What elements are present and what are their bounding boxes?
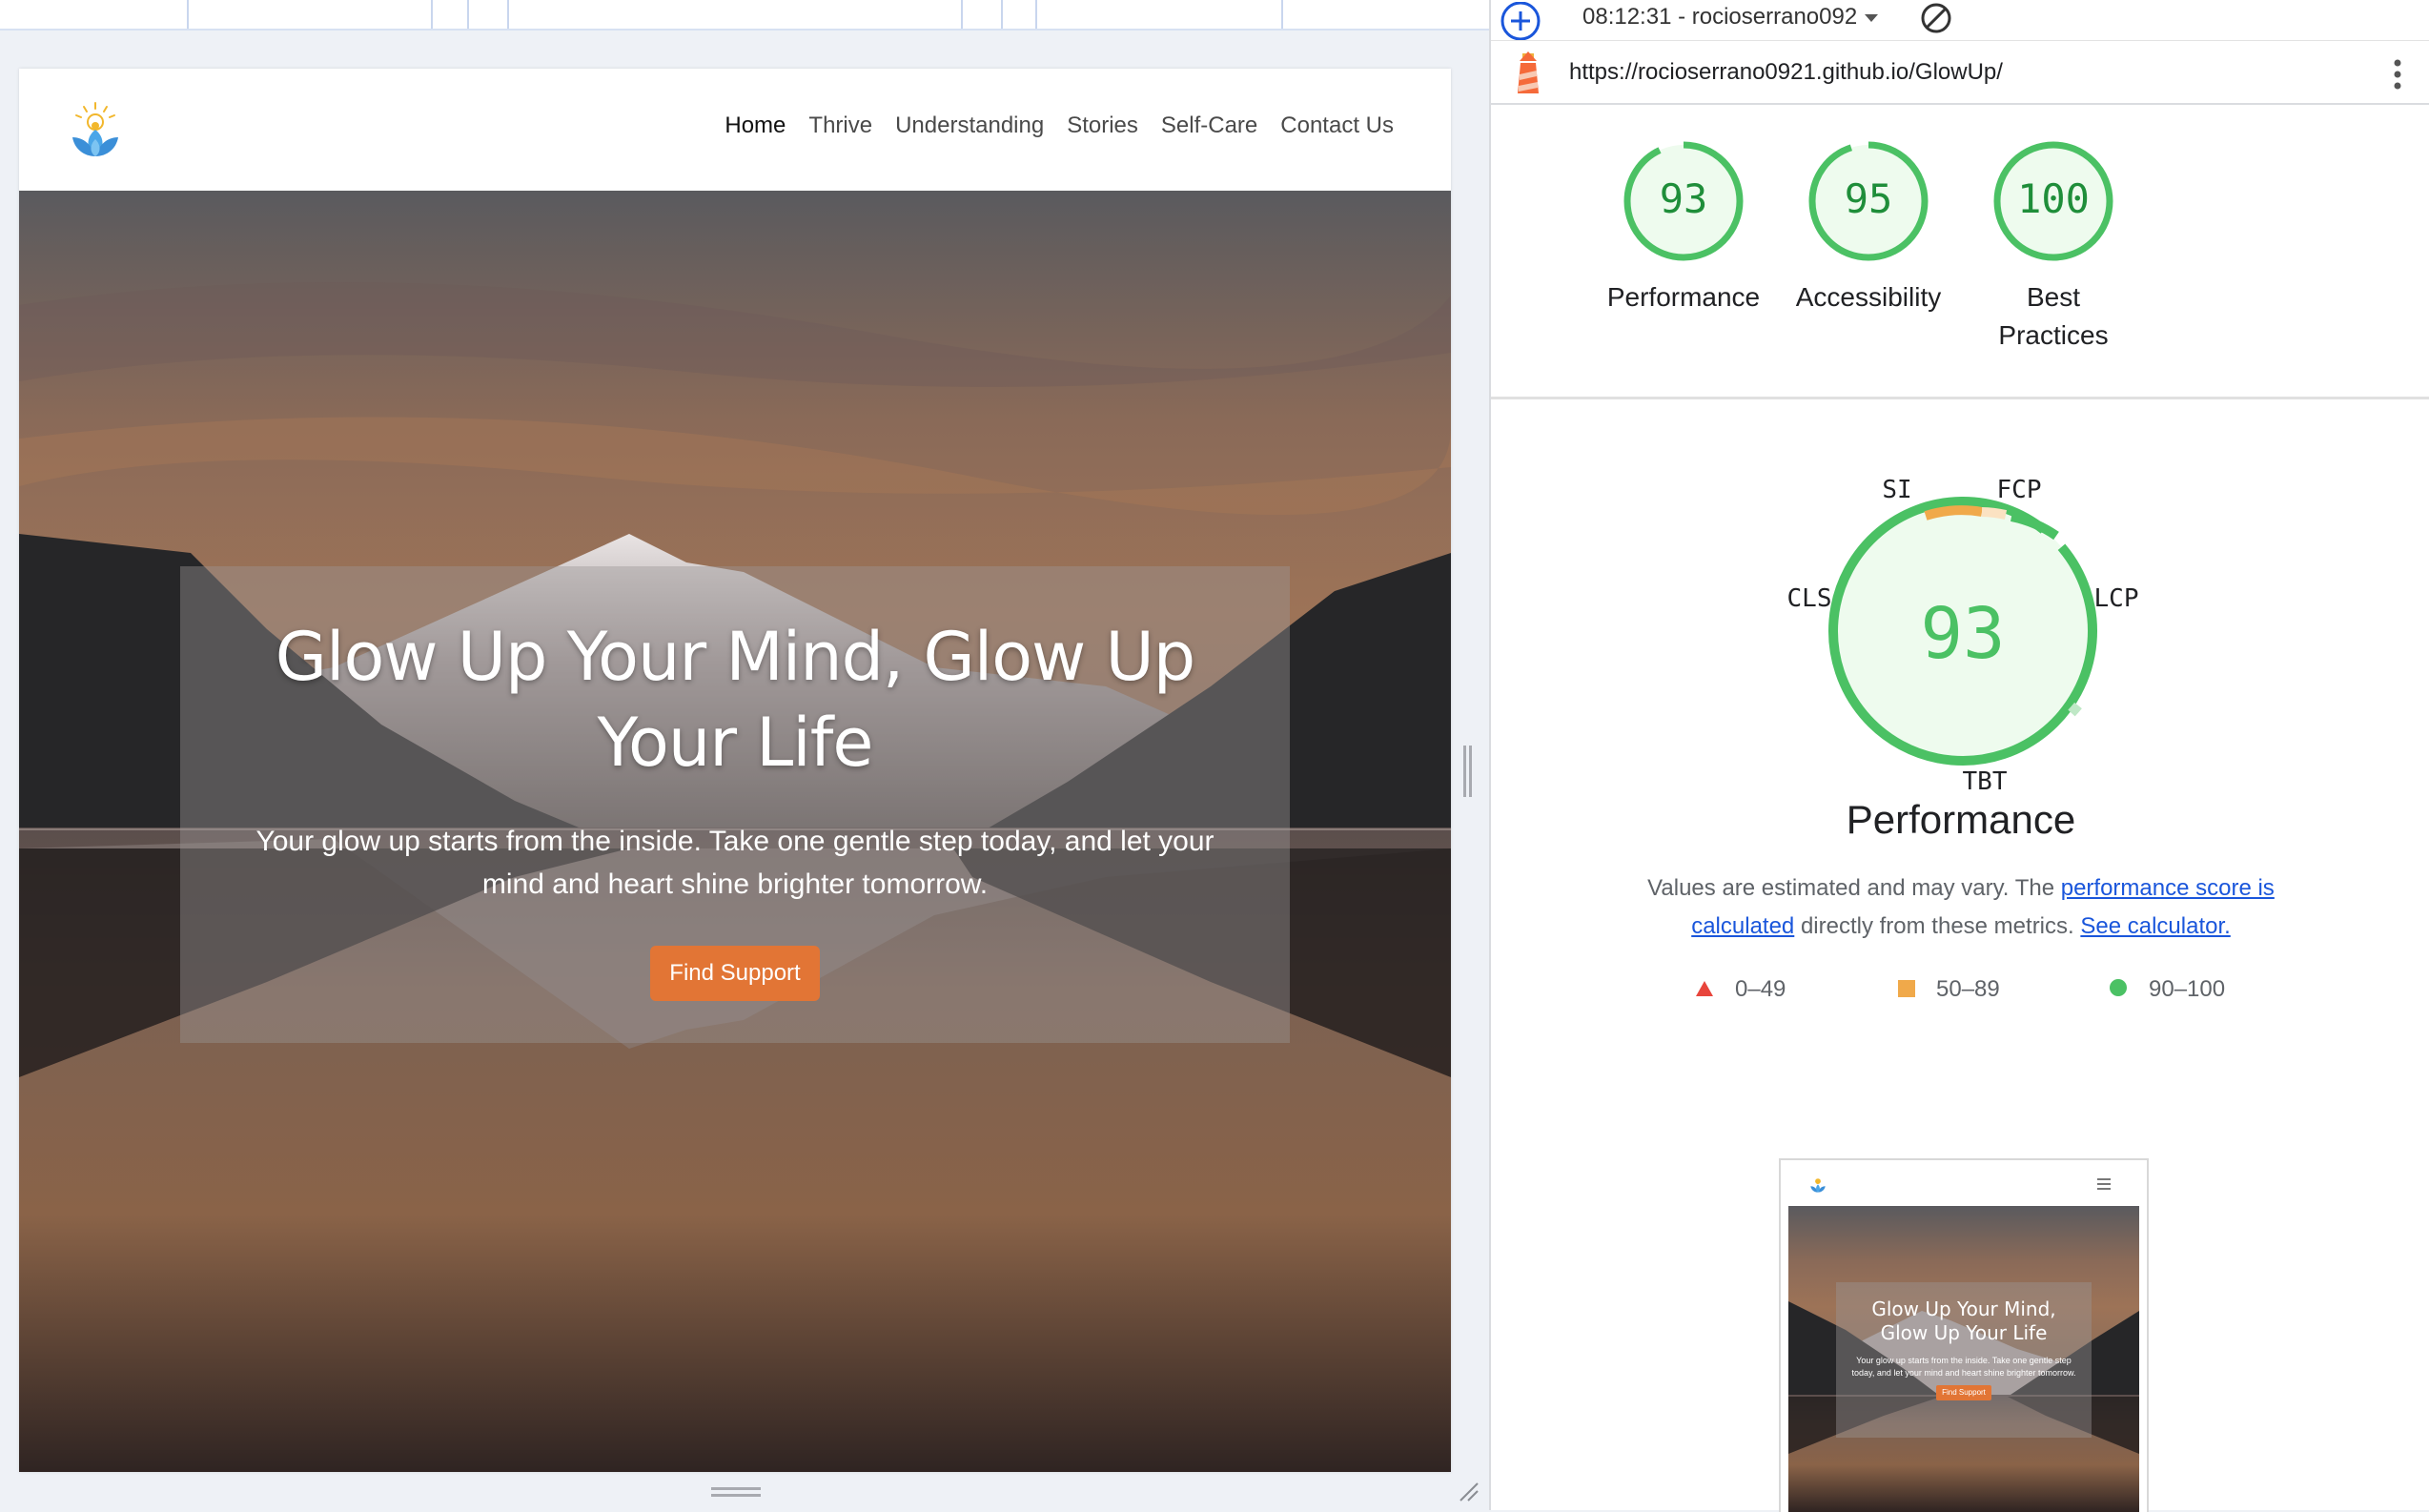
gauge-ring: 93 xyxy=(1623,141,1744,261)
nav-link-thrive[interactable]: Thrive xyxy=(808,112,872,139)
ruler-tick xyxy=(1001,0,1003,29)
ruler-tick xyxy=(961,0,963,29)
see-calculator-link[interactable]: See calculator. xyxy=(2080,913,2230,939)
performance-description: Values are estimated and may vary. The p… xyxy=(1605,869,2317,946)
hamburger-menu-icon xyxy=(2097,1178,2111,1190)
triangle-icon xyxy=(1695,977,1714,1004)
plus-circle-icon[interactable] xyxy=(1499,2,1542,40)
gauge-ring: 100 xyxy=(1993,141,2113,261)
more-options-icon[interactable] xyxy=(2383,55,2412,93)
performance-metrics-gauge[interactable]: 93 SI FCP LCP TBT CLS xyxy=(1786,467,2139,791)
lotus-sun-logo-icon xyxy=(1810,1178,1826,1193)
lotus-sun-logo-icon[interactable] xyxy=(69,101,122,160)
lighthouse-toolbar: 08:12:31 - rocioserrano092 xyxy=(1491,0,2429,41)
legend-range: 0–49 xyxy=(1735,976,1786,1002)
performance-heading: Performance xyxy=(1846,797,2076,842)
gauge-ring: 95 xyxy=(1808,141,1929,261)
audited-url: https://rocioserrano0921.github.io/GlowU… xyxy=(1569,59,2003,85)
page-viewport: Home Thrive Understanding Stories Self-C… xyxy=(19,69,1451,1472)
media-query-ruler[interactable] xyxy=(0,0,1489,31)
lighthouse-panel: 08:12:31 - rocioserrano092 https://rocio… xyxy=(1489,0,2429,1512)
hero-section: Glow Up Your Mind, Glow Up Your Life You… xyxy=(19,191,1451,1472)
metric-label-lcp: LCP xyxy=(2094,584,2139,613)
report-selector-dropdown[interactable]: 08:12:31 - rocioserrano092 xyxy=(1582,4,1879,31)
legend-item-average: 50–89 xyxy=(1898,976,2000,1004)
metric-label-fcp: FCP xyxy=(1997,476,2042,504)
metric-si-remaining-arc xyxy=(1981,507,2008,520)
find-support-button[interactable]: Find Support xyxy=(650,946,820,1001)
nav-link-understanding[interactable]: Understanding xyxy=(895,112,1044,139)
thumbnail-hero-subtitle: Your glow up starts from the inside. Tak… xyxy=(1851,1356,2076,1378)
nav-link-self-care[interactable]: Self-Care xyxy=(1161,112,1257,139)
metric-lcp-remaining-arc xyxy=(2068,702,2082,717)
nav-link-contact-us[interactable]: Contact Us xyxy=(1280,112,1394,139)
site-navbar: Home Thrive Understanding Stories Self-C… xyxy=(19,69,1451,191)
viewport-width-resize-handle[interactable] xyxy=(1463,746,1473,797)
lighthouse-logo-icon xyxy=(1518,51,1539,93)
desc-text: Values are estimated and may vary. The xyxy=(1647,875,2061,901)
ruler-tick xyxy=(507,0,509,29)
hero-text-panel: Glow Up Your Mind, Glow Up Your Life You… xyxy=(180,566,1290,1043)
final-screenshot-thumbnail[interactable]: Glow Up Your Mind, Glow Up Your Life You… xyxy=(1779,1158,2149,1512)
thumbnail-hero-text-panel: Glow Up Your Mind, Glow Up Your Life You… xyxy=(1836,1282,2092,1438)
accessibility-score-gauge[interactable]: 95 Accessibility xyxy=(1787,139,1949,317)
section-divider xyxy=(1491,397,2429,399)
gauge-value: 100 xyxy=(2017,175,2090,222)
legend-item-pass: 90–100 xyxy=(2109,976,2225,1004)
clear-block-icon[interactable] xyxy=(1918,0,1954,36)
nav-link-home[interactable]: Home xyxy=(725,112,786,139)
performance-score-gauge[interactable]: 93 Performance xyxy=(1602,139,1765,317)
ruler-tick xyxy=(1035,0,1037,29)
nav-link-stories[interactable]: Stories xyxy=(1067,112,1138,139)
metric-label-cls: CLS xyxy=(1787,584,1832,613)
thumbnail-find-support-button: Find Support xyxy=(1936,1385,1991,1400)
device-emulation-pane: Home Thrive Understanding Stories Self-C… xyxy=(0,0,1489,1510)
metric-si-arc xyxy=(1924,505,1983,521)
desc-text: directly from these metrics. xyxy=(1794,913,2081,939)
legend-range: 90–100 xyxy=(2149,976,2226,1002)
report-selector-label: 08:12:31 - rocioserrano092 xyxy=(1582,4,1858,30)
gauge-value: 93 xyxy=(1660,175,1708,222)
ruler-tick xyxy=(187,0,189,29)
hero-title: Glow Up Your Mind, Glow Up Your Life xyxy=(275,618,1195,782)
metric-label-si: SI xyxy=(1882,476,1911,504)
circle-icon xyxy=(2109,977,2128,1004)
chevron-down-icon xyxy=(1865,13,1879,22)
hero-subtitle: Your glow up starts from the inside. Tak… xyxy=(255,826,1214,900)
best-practices-score-gauge[interactable]: 100 Best Practices xyxy=(1972,139,2134,355)
square-icon xyxy=(1898,977,1915,1004)
gauge-label: Accessibility xyxy=(1795,282,1942,312)
ruler-tick xyxy=(1281,0,1283,29)
ruler-tick xyxy=(431,0,433,29)
legend-item-fail: 0–49 xyxy=(1695,976,1786,1004)
legend-range: 50–89 xyxy=(1936,976,2000,1002)
gauge-label: Best Practices xyxy=(1998,282,2109,350)
viewport-height-resize-handle[interactable] xyxy=(711,1487,761,1499)
site-nav-links: Home Thrive Understanding Stories Self-C… xyxy=(725,112,1394,139)
lighthouse-url-bar: https://rocioserrano0921.github.io/GlowU… xyxy=(1491,42,2429,105)
resize-corner-icon[interactable] xyxy=(1457,1480,1480,1502)
ruler-tick xyxy=(467,0,469,29)
gauge-value: 95 xyxy=(1845,175,1893,222)
metric-label-tbt: TBT xyxy=(1963,767,2008,791)
performance-big-score: 93 xyxy=(1920,593,2005,675)
thumbnail-hero-title: Glow Up Your Mind, Glow Up Your Life xyxy=(1871,1297,2056,1344)
gauge-label: Performance xyxy=(1606,282,1761,312)
thumbnail-hero: Glow Up Your Mind, Glow Up Your Life You… xyxy=(1788,1206,2139,1512)
